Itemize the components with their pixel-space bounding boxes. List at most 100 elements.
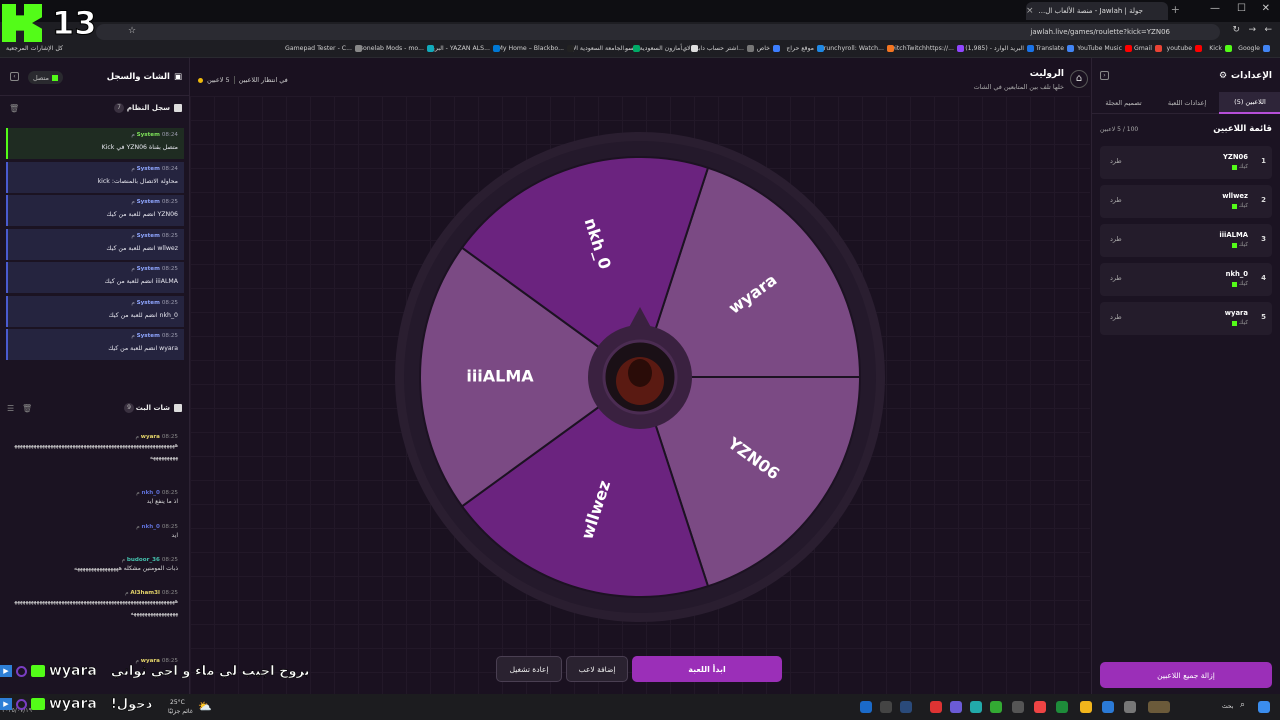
- log-meta: System 08:24 م: [131, 132, 178, 138]
- right-panel: الإعدادات ⚙ › اللاعبين (5) إعدادات اللعب…: [1091, 58, 1280, 694]
- app-icon[interactable]: [990, 701, 1002, 713]
- bookmark-item[interactable]: Bonelab Mods - mo...: [359, 45, 434, 52]
- app-icon[interactable]: [950, 701, 962, 713]
- player-row: 1 YZN06 كيك طرد: [1100, 146, 1272, 179]
- players-count: 100 / 5 لاعبين: [1100, 126, 1139, 133]
- system-log-item: System 08:25 م YZN06 انضم للعبة من كيك: [6, 195, 184, 226]
- bookmark-label: Google: [1238, 45, 1260, 52]
- bookmark-label: Crunchyroll: Watch...: [819, 45, 884, 52]
- collapse-panel-icon[interactable]: ‹: [10, 72, 19, 81]
- bookmark-item[interactable]: Gamepad Tester - C...: [285, 45, 362, 52]
- app-icon[interactable]: [900, 701, 912, 713]
- add-player-button[interactable]: إضافة لاعب: [566, 656, 628, 682]
- file-explorer-icon[interactable]: [1080, 701, 1092, 713]
- app-icon[interactable]: [970, 701, 982, 713]
- player-row: 2 wllwez كيك طرد: [1100, 185, 1272, 218]
- bookmark-item[interactable]: Gmail: [1134, 45, 1162, 52]
- back-icon[interactable]: ←: [1264, 25, 1272, 35]
- app-icon[interactable]: [1034, 701, 1046, 713]
- bookmark-item[interactable]: Crunchyroll: Watch...: [819, 45, 894, 52]
- app-icon[interactable]: [880, 701, 892, 713]
- overlay-username: wyara: [49, 696, 97, 713]
- start-game-button[interactable]: ابدأ اللعبة: [632, 656, 782, 682]
- bookmark-item[interactable]: Google: [1238, 45, 1270, 52]
- bookmark-favicon-icon: [691, 45, 698, 52]
- game-title: الروليت: [1029, 69, 1064, 79]
- app-icon[interactable]: [1124, 701, 1136, 713]
- bookmark-favicon-icon: [1027, 45, 1034, 52]
- tab-game-settings[interactable]: إعدادات اللعبة: [1155, 92, 1219, 114]
- kick-player-button[interactable]: طرد: [1110, 196, 1122, 204]
- player-name: nkh_0: [1225, 270, 1248, 278]
- remove-all-players-button[interactable]: إزالة جميع اللاعبين: [1100, 662, 1272, 688]
- app-icon[interactable]: [1102, 701, 1114, 713]
- bookmark-favicon-icon: [1195, 45, 1202, 52]
- app-icon[interactable]: [1012, 701, 1024, 713]
- url-input[interactable]: ☆ jawlah.live/games/roulette?kick=YZN06: [96, 24, 1220, 40]
- bookmark-label: الجامعة السعودية الإ...: [572, 45, 630, 52]
- search-icon[interactable]: ⌕: [1240, 700, 1245, 710]
- forward-icon[interactable]: →: [1248, 25, 1256, 35]
- log-text: محاولة الاتصال بالمنصات: kick: [97, 177, 178, 185]
- chat-message: nkh_0 08:25 م ايد: [13, 524, 178, 542]
- bookmark-item[interactable]: My Home – Blackbo...: [497, 45, 574, 52]
- windows-start-icon[interactable]: [1258, 701, 1270, 713]
- kick-icon: [52, 74, 59, 81]
- bookmark-item[interactable]: الجامعة السعودية الإ...: [573, 45, 640, 52]
- bookmark-item[interactable]: موقع حراج: [786, 45, 824, 52]
- waiting-status: في انتظار اللاعبين 5 لاعبين: [198, 76, 288, 84]
- maximize-icon[interactable]: ☐: [1237, 3, 1246, 14]
- reload-icon[interactable]: ↻: [1232, 25, 1240, 35]
- kick-player-button[interactable]: طرد: [1110, 274, 1122, 282]
- overlay-chat-line-2: ▶ wyara دخول!: [0, 695, 153, 713]
- bookmark-item[interactable]: youtube: [1167, 45, 1202, 52]
- steam-icon[interactable]: [860, 701, 872, 713]
- minimize-icon[interactable]: —: [1210, 3, 1220, 14]
- chat-section-icon: [174, 404, 182, 412]
- log-text: متصل بقناة YZN06 في Kick: [101, 144, 178, 151]
- wheel-segment-label: iiiALMA: [466, 367, 534, 386]
- filter-icon[interactable]: ☰: [7, 404, 14, 413]
- bookmark-item[interactable]: TwitchTwitchhttps://...: [887, 45, 964, 52]
- clear-chat-icon[interactable]: 🗑: [22, 404, 32, 413]
- collapse-right-icon[interactable]: ›: [1100, 71, 1109, 80]
- bookmark-favicon-icon: [887, 45, 894, 52]
- home-icon[interactable]: ⌂: [1070, 70, 1088, 88]
- bookmarks-bar: Google Kick youtube Gmail YouTube Music Trans…: [0, 42, 1280, 58]
- divider: [233, 76, 235, 84]
- overlay-message: دخول!: [110, 696, 153, 712]
- bookmark-star-icon[interactable]: ☆: [128, 26, 136, 36]
- browser-tab-active[interactable]: جولة | Jawlah - منصة الألعاب ال... ×: [1026, 2, 1168, 20]
- bookmark-item[interactable]: Translate: [1036, 45, 1074, 52]
- bookmark-item[interactable]: البريد الوارد - (1,985): [965, 45, 1034, 52]
- close-window-icon[interactable]: ✕: [1262, 3, 1270, 14]
- tab-players[interactable]: اللاعبين (5): [1219, 92, 1280, 114]
- tab-wheel-design[interactable]: تصميم العجلة: [1092, 92, 1155, 114]
- bookmark-item[interactable]: خاص: [757, 45, 780, 52]
- players-list-title: قائمة اللاعبين: [1213, 124, 1272, 134]
- all-bookmarks-folder[interactable]: كل الإشارات المرجعية: [6, 45, 63, 52]
- new-tab-icon[interactable]: +: [1171, 3, 1180, 16]
- play-icon: ▶: [0, 665, 12, 677]
- bookmark-item[interactable]: YouTube Music: [1077, 45, 1132, 52]
- taskbar-search-label[interactable]: بحث: [1222, 703, 1233, 710]
- clear-log-icon[interactable]: 🗑: [9, 104, 19, 113]
- kick-player-button[interactable]: طرد: [1110, 313, 1122, 321]
- xbox-icon[interactable]: [1056, 701, 1068, 713]
- bookmark-label: My Home – Blackbo...: [497, 45, 564, 52]
- restart-button[interactable]: إعادة تشغيل: [496, 656, 562, 682]
- app-root: ▣ الشات والسجل متصل ‹ سجل النظام 7 🗑 Sys…: [0, 58, 1280, 694]
- roulette-wheel[interactable]: wyaraYZN06wllweziiiALMAnkh_0: [395, 132, 885, 622]
- ring-icon: [16, 665, 27, 677]
- kick-player-button[interactable]: طرد: [1110, 157, 1122, 165]
- kick-player-button[interactable]: طرد: [1110, 235, 1122, 243]
- bookmark-label: Translate: [1035, 45, 1064, 52]
- bookmark-item[interactable]: Kick: [1209, 45, 1232, 52]
- close-tab-icon[interactable]: ×: [1026, 6, 1034, 16]
- app-icon[interactable]: [1148, 701, 1170, 713]
- bookmark-label: البريد - YAZAN ALS...: [429, 45, 490, 52]
- bookmark-favicon-icon: [773, 45, 780, 52]
- bookmark-item[interactable]: البريد - YAZAN ALS...: [430, 45, 500, 52]
- log-meta: System 08:25 م: [131, 333, 178, 339]
- app-icon[interactable]: [930, 701, 942, 713]
